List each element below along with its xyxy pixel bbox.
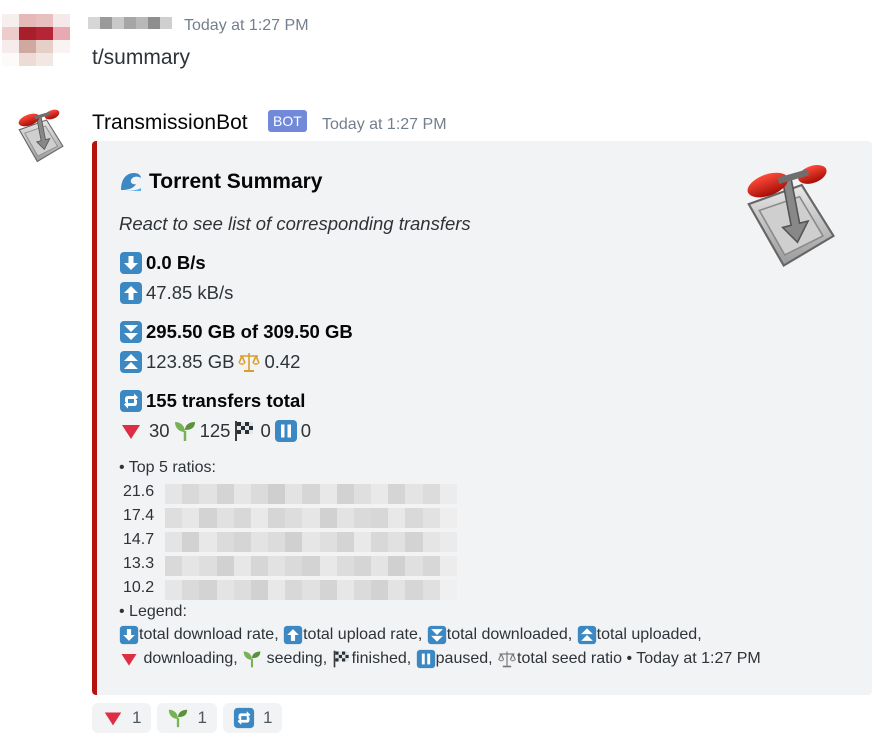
legend-line-2: downloading, seeding, finished, paused, … [119, 649, 761, 669]
repeat-arrows-icon [233, 707, 255, 729]
double-arrow-up-icon [119, 350, 143, 374]
message-text: t/summary [92, 46, 191, 69]
transmission-bot-avatar[interactable] [12, 108, 68, 168]
transfers-total-value: 155 transfers total [146, 390, 306, 411]
legend-download-rate: total download rate, [139, 626, 279, 643]
arrow-up-icon [119, 281, 143, 305]
double-arrow-down-icon [427, 625, 447, 645]
arrow-down-icon [119, 251, 143, 275]
redacted-torrent-name [165, 484, 457, 504]
pause-icon [274, 419, 298, 443]
seeding-count: 125 [199, 420, 231, 441]
seedling-icon [173, 419, 197, 443]
legend-upload-rate: total upload rate, [303, 626, 423, 643]
transfer-counts-row: 30 125 0 0 [119, 419, 311, 443]
bot-tag-badge: BOT [268, 110, 307, 132]
legend-uploaded: total uploaded, [596, 626, 702, 643]
downloaded-row: 295.50 GB of 309.50 GB [119, 320, 353, 344]
ratio-list-item: 10.2 [123, 579, 155, 596]
repeat-arrows-icon [119, 389, 143, 413]
reactions-bar: 1 1 1 [92, 703, 283, 733]
legend-line-1: total download rate, total upload rate, … [119, 625, 702, 645]
red-triangle-down-icon [119, 419, 143, 443]
reaction-count: 1 [262, 708, 273, 727]
legend-finished: finished, [351, 650, 412, 667]
message-timestamp[interactable]: Today at 1:27 PM [184, 17, 309, 35]
seedling-icon [167, 707, 189, 729]
red-triangle-down-icon [102, 707, 124, 729]
checkered-flag-icon [332, 649, 352, 669]
bot-message-timestamp[interactable]: Today at 1:27 PM [322, 116, 447, 134]
arrow-up-icon [283, 625, 303, 645]
redacted-torrent-name [165, 508, 457, 528]
user-avatar[interactable] [2, 14, 70, 66]
double-arrow-up-icon [577, 625, 597, 645]
uploaded-row: 123.85 GB 0.42 [119, 350, 300, 374]
embed-title-text: Torrent Summary [149, 170, 323, 193]
reaction-count: 1 [132, 708, 142, 727]
balance-scale-icon [237, 350, 261, 374]
redacted-torrent-name [165, 556, 457, 576]
seedling-icon [242, 649, 262, 669]
wave-icon [119, 170, 143, 194]
ratio-value: 0.42 [264, 351, 301, 372]
reaction-all-transfers[interactable]: 1 [222, 703, 283, 733]
pause-icon [416, 649, 436, 669]
red-triangle-down-icon [119, 649, 139, 669]
legend-seeding: seeding, [266, 650, 328, 667]
embed-footer-timestamp: • Today at 1:27 PM [626, 650, 761, 667]
arrow-down-icon [119, 625, 139, 645]
upload-rate-row: 47.85 kB/s [119, 281, 233, 305]
download-rate-value: 0.0 B/s [146, 252, 206, 273]
legend-seed-ratio: total seed ratio [517, 650, 622, 667]
legend-downloaded: total downloaded, [446, 626, 573, 643]
ratio-list-item: 14.7 [123, 531, 155, 548]
reaction-count: 1 [197, 708, 207, 727]
user-name[interactable] [88, 14, 174, 32]
transfers-total-row: 155 transfers total [119, 389, 305, 413]
ratio-list-item: 17.4 [123, 507, 155, 524]
embed-description: React to see list of corresponding trans… [119, 213, 471, 234]
ratio-list-item: 21.6 [123, 483, 155, 500]
upload-rate-value: 47.85 kB/s [146, 282, 234, 303]
torrent-summary-embed: Torrent Summary React to see list of cor… [92, 141, 872, 695]
downloaded-value: 295.50 GB of 309.50 GB [146, 321, 353, 342]
embed-title: Torrent Summary [119, 170, 323, 194]
paused-count: 0 [300, 420, 312, 441]
top-ratios-heading: • Top 5 ratios: [119, 459, 216, 476]
bot-username[interactable]: TransmissionBot [92, 111, 248, 135]
legend-heading: • Legend: [119, 603, 187, 620]
reaction-downloading[interactable]: 1 [92, 703, 152, 733]
ratio-list-item: 13.3 [123, 555, 155, 572]
legend-downloading: downloading, [143, 650, 238, 667]
finished-count: 0 [260, 420, 271, 441]
checkered-flag-icon [233, 419, 257, 443]
redacted-torrent-name [165, 580, 457, 600]
redacted-torrent-name [165, 532, 457, 552]
double-arrow-down-icon [119, 320, 143, 344]
transmission-logo-thumbnail[interactable] [736, 161, 842, 279]
balance-scale-icon [497, 649, 517, 669]
downloading-count: 30 [149, 420, 170, 441]
uploaded-value: 123.85 GB [146, 351, 235, 372]
legend-paused: paused, [435, 650, 493, 667]
reaction-seeding[interactable]: 1 [157, 703, 217, 733]
download-rate-row: 0.0 B/s [119, 251, 206, 275]
